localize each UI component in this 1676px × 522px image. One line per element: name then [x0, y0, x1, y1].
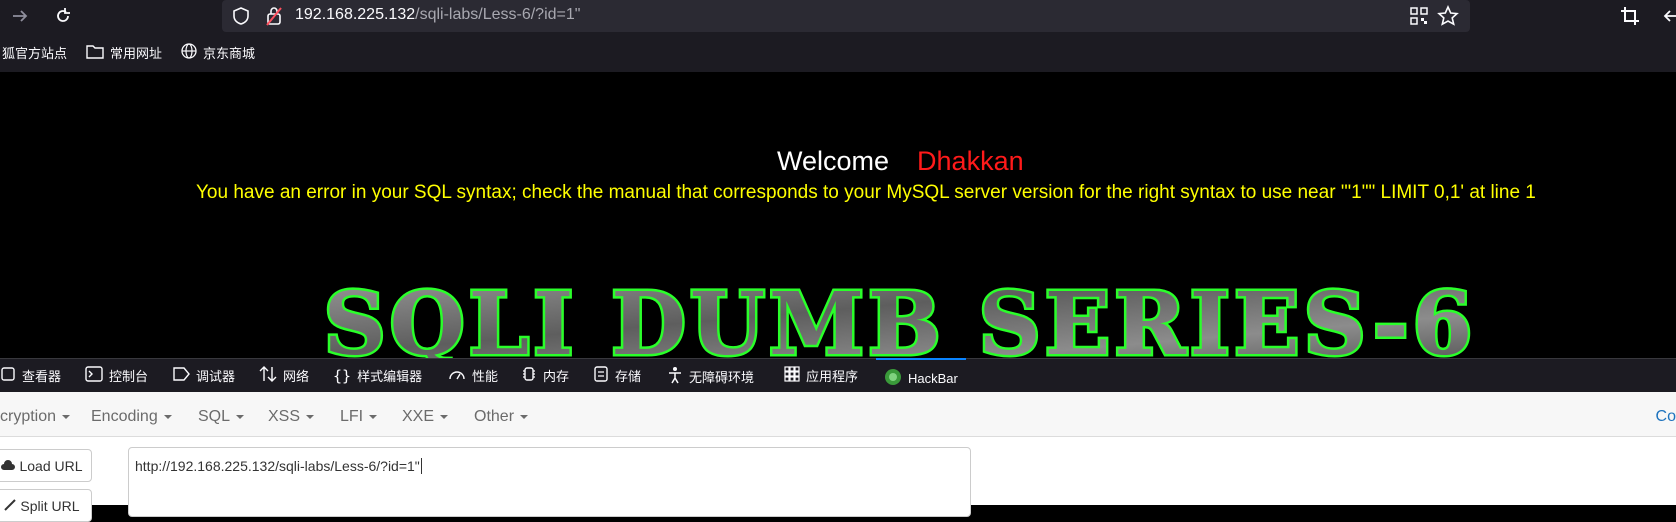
- bookmark-jd-mall[interactable]: 京东商城: [181, 43, 255, 62]
- banner-text: SQLI DUMB SERIES-6: [324, 274, 1477, 358]
- welcome-message: Welcome Dhakkan: [777, 146, 1024, 177]
- tab-debugger[interactable]: 调试器: [172, 366, 235, 385]
- tab-memory[interactable]: 内存: [521, 366, 569, 385]
- page-content: Welcome Dhakkan You have an error in your…: [0, 72, 1676, 358]
- scissors-icon: [4, 498, 17, 514]
- load-url-label: Load URL: [19, 457, 83, 474]
- menu-label: SQL: [198, 408, 231, 425]
- tab-inspector[interactable]: 查看器: [0, 366, 61, 385]
- browser-toolbar: 192.168.225.132/sqli-labs/Less-6/?id=1": [0, 0, 1676, 32]
- url-value: http://192.168.225.132/sqli-labs/Less-6/…: [135, 458, 420, 474]
- qr-code-icon[interactable]: [1409, 6, 1429, 31]
- caret-down-icon: [62, 414, 71, 419]
- tab-application[interactable]: 应用程序: [784, 366, 858, 385]
- menu-label: XXE: [402, 408, 435, 425]
- welcome-text: Welcome: [777, 146, 890, 176]
- url-path: /sqli-labs/Less-6/?id=1": [415, 6, 581, 23]
- globe-icon: [181, 43, 197, 62]
- tab-label: 调试器: [196, 369, 236, 384]
- address-bar[interactable]: 192.168.225.132/sqli-labs/Less-6/?id=1": [222, 0, 1470, 32]
- caret-down-icon: [440, 414, 449, 419]
- tab-storage[interactable]: 存储: [593, 366, 641, 385]
- caret-down-icon: [369, 414, 378, 419]
- bookmarks-bar: 狐官方站点 常用网址 京东商城: [0, 32, 1676, 72]
- insecure-lock-icon[interactable]: [264, 5, 284, 32]
- menu-label: LFI: [340, 408, 364, 425]
- bookmark-label: 京东商城: [203, 46, 256, 61]
- caret-down-icon: [163, 414, 172, 419]
- menu-encoding[interactable]: Encoding: [91, 408, 172, 426]
- hackbar-right-link[interactable]: Co: [1656, 408, 1676, 426]
- menu-other[interactable]: Other: [474, 408, 529, 426]
- sql-error-message: You have an error in your SQL syntax; ch…: [196, 182, 1536, 203]
- cloud-icon: [1, 458, 16, 474]
- storage-icon: [593, 366, 609, 385]
- console-icon: [85, 366, 103, 385]
- tab-hackbar[interactable]: HackBar: [876, 358, 966, 390]
- forward-icon[interactable]: [8, 4, 32, 28]
- menu-label: XSS: [268, 408, 301, 425]
- screenshot-icon[interactable]: [1620, 6, 1640, 31]
- grid-icon: [784, 366, 800, 385]
- split-url-button[interactable]: Split URL: [0, 489, 92, 522]
- hackbar-icon: [884, 368, 902, 389]
- user-name: Dhakkan: [917, 146, 1024, 176]
- tab-label: 无障碍环境: [689, 370, 755, 385]
- text-cursor: [420, 458, 422, 474]
- tab-label: HackBar: [908, 371, 958, 386]
- tab-label: 存储: [615, 369, 642, 384]
- tab-network[interactable]: 网络: [259, 366, 309, 385]
- folder-icon: [86, 44, 104, 62]
- caret-down-icon: [306, 414, 315, 419]
- menu-sql[interactable]: SQL: [198, 408, 245, 426]
- menu-label: Other: [474, 408, 515, 425]
- tab-label: 样式编辑器: [357, 369, 423, 384]
- load-url-button[interactable]: Load URL: [0, 449, 92, 482]
- bookmark-common-sites[interactable]: 常用网址: [86, 43, 162, 62]
- network-icon: [259, 366, 277, 385]
- tab-label: 查看器: [22, 369, 62, 384]
- menu-xxe[interactable]: XXE: [402, 408, 449, 426]
- menu-label: cryption: [0, 408, 57, 425]
- tab-label: 性能: [472, 369, 499, 384]
- caret-down-icon: [520, 414, 529, 419]
- reload-icon[interactable]: [51, 4, 75, 28]
- tab-label: 应用程序: [806, 369, 859, 384]
- tab-console[interactable]: 控制台: [85, 366, 148, 385]
- gauge-icon: [448, 366, 466, 385]
- hackbar-menu: cryption Encoding SQL XSS LFI XXE Other …: [0, 392, 1676, 437]
- url-host: 192.168.225.132: [295, 6, 416, 23]
- back-arrow-icon[interactable]: [1662, 6, 1676, 31]
- memory-icon: [521, 366, 537, 385]
- menu-xss[interactable]: XSS: [268, 408, 315, 426]
- tab-label: 内存: [543, 369, 570, 384]
- menu-encryption[interactable]: cryption: [0, 408, 71, 426]
- tab-style-editor[interactable]: {} 样式编辑器: [333, 366, 422, 385]
- bookmark-firefox-official[interactable]: 狐官方站点: [2, 43, 67, 62]
- url-textarea[interactable]: http://192.168.225.132/sqli-labs/Less-6/…: [128, 447, 971, 517]
- bookmark-label: 常用网址: [110, 46, 163, 61]
- debugger-icon: [172, 366, 190, 385]
- tab-label: 控制台: [109, 369, 149, 384]
- tab-performance[interactable]: 性能: [448, 366, 498, 385]
- hackbar-body: Load URL Split URL http://192.168.225.13…: [0, 437, 1676, 522]
- inspector-icon: [0, 366, 16, 385]
- caret-down-icon: [236, 414, 245, 419]
- url-text[interactable]: 192.168.225.132/sqli-labs/Less-6/?id=1": [295, 6, 580, 24]
- devtools-tab-bar: 查看器 控制台 调试器 网络 {} 样式编辑器 性能 内存 存储 无障碍环境 应…: [0, 358, 1676, 392]
- tab-accessibility[interactable]: 无障碍环境: [667, 366, 754, 387]
- menu-label: Encoding: [91, 408, 158, 425]
- split-url-label: Split URL: [20, 497, 80, 514]
- sqli-dumb-series-banner: SQLI DUMB SERIES-6: [321, 272, 1477, 359]
- accessibility-icon: [667, 366, 683, 387]
- bookmark-label: 狐官方站点: [2, 46, 68, 61]
- braces-icon: {}: [333, 366, 352, 385]
- menu-lfi[interactable]: LFI: [340, 408, 378, 426]
- tab-label: 网络: [283, 369, 310, 384]
- shield-icon[interactable]: [231, 6, 251, 31]
- bookmark-star-icon[interactable]: [1437, 5, 1459, 32]
